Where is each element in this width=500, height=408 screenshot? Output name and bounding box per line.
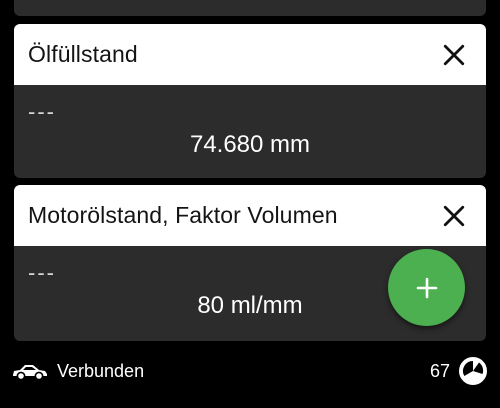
card-value: 74.680 mm	[189, 131, 311, 158]
card-subvalue: ---	[28, 260, 56, 285]
card-body: --- 74.680 mm	[14, 85, 486, 178]
close-button[interactable]	[440, 41, 468, 69]
car-icon	[12, 361, 48, 381]
app-screen: Ölfüllstand --- 74.680 mm Motorölstand, …	[0, 0, 500, 408]
status-bar: Verbunden 67	[0, 350, 500, 392]
card-header: Motorölstand, Faktor Volumen	[14, 185, 486, 246]
status-count: 67	[429, 360, 450, 381]
close-icon	[443, 44, 465, 65]
previous-card-partial	[14, 0, 486, 16]
add-button[interactable]	[388, 249, 465, 326]
card-subvalue: ---	[28, 99, 56, 124]
card-title: Ölfüllstand	[28, 41, 138, 67]
card-title: Motorölstand, Faktor Volumen	[28, 202, 338, 228]
pie-chart-icon[interactable]	[458, 356, 488, 386]
close-icon	[443, 205, 465, 226]
value-card-oil-level[interactable]: Ölfüllstand --- 74.680 mm	[14, 24, 486, 178]
connection-status: Verbunden	[57, 360, 145, 381]
close-button[interactable]	[440, 202, 468, 230]
card-header: Ölfüllstand	[14, 24, 486, 85]
plus-icon	[416, 277, 437, 298]
